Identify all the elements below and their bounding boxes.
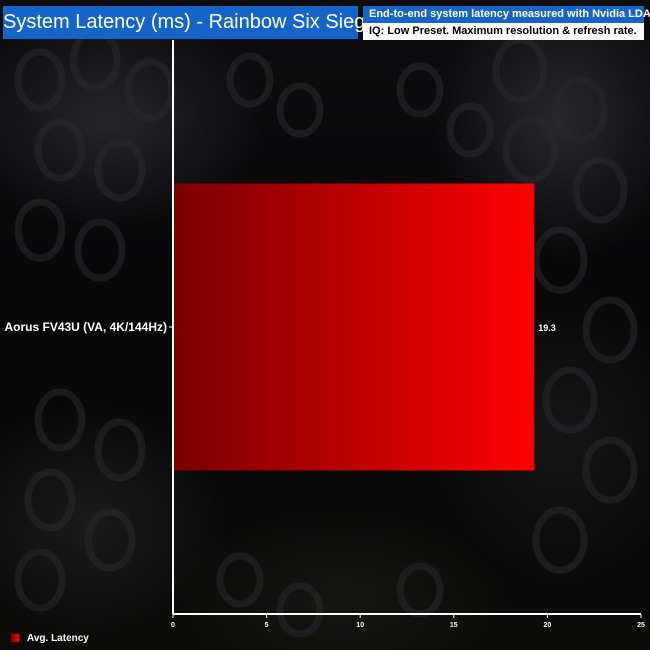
data-label: 19.3 [538,323,556,333]
chart-figure: System Latency (ms) - Rainbow Six Siege … [0,0,650,650]
category-label: Aorus FV43U (VA, 4K/144Hz) [5,320,168,334]
legend-swatch [10,633,20,643]
x-tick-label: 0 [171,622,175,629]
legend-label: Avg. Latency [27,632,89,644]
legend: Avg. Latency [10,632,89,644]
x-tick-label: 15 [450,622,458,629]
bar-chart: Aorus FV43U (VA, 4K/144Hz) 19.3 0 5 10 15 20 25 [5,40,645,629]
bar [173,183,535,471]
x-tick-label: 20 [544,622,552,629]
x-tick-label: 25 [637,622,645,629]
x-tick-label: 5 [265,622,269,629]
x-tick-label: 10 [356,622,364,629]
